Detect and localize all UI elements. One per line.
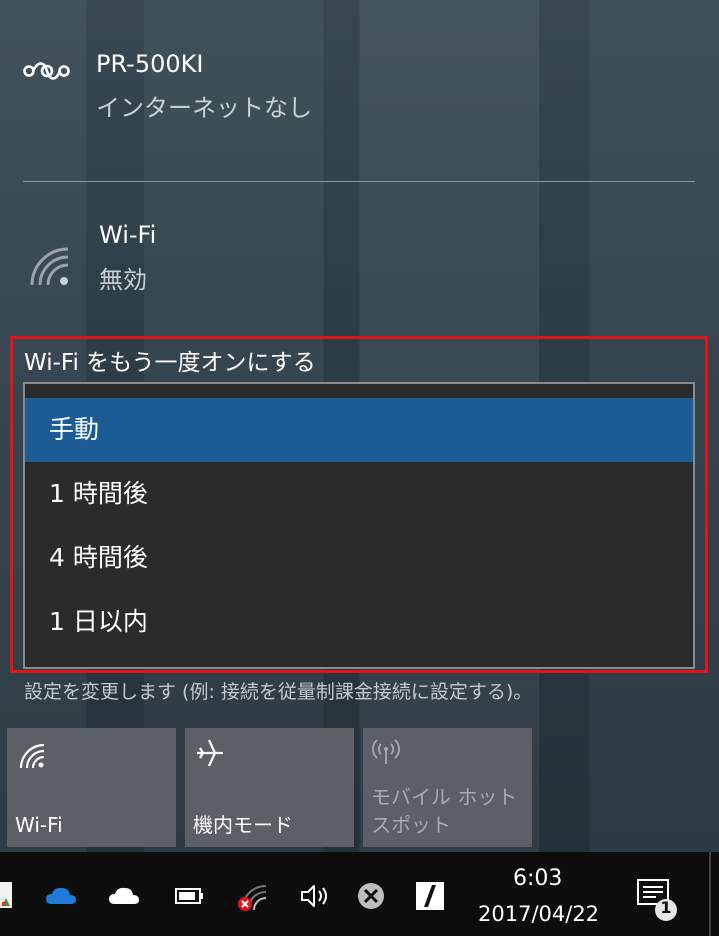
adobe-icon[interactable] — [415, 881, 445, 911]
wifi-disabled-icon — [30, 247, 69, 286]
clock-time[interactable]: 6:03 — [513, 866, 562, 891]
network-item-pr500ki[interactable]: PR-500KI インターネットなし — [0, 40, 719, 140]
onedrive-personal-icon[interactable] — [107, 884, 141, 908]
option-1-hour[interactable]: 1 時間後 — [25, 462, 693, 526]
tile-label: 機内モード — [193, 813, 293, 837]
hotspot-icon — [372, 739, 400, 764]
turn-on-label: Wi-Fi をもう一度オンにする — [24, 350, 316, 376]
settings-hint-link[interactable]: 設定を変更します (例: 接続を従量制課金接続に設定する)。 — [24, 677, 532, 704]
app-icon[interactable] — [0, 880, 14, 910]
wifi-tile[interactable]: Wi-Fi — [7, 728, 176, 847]
network-name: PR-500KI — [96, 50, 204, 78]
action-center-icon[interactable] — [636, 878, 680, 922]
wifi-icon — [19, 743, 45, 769]
divider — [23, 181, 695, 182]
network-status: 無効 — [99, 266, 147, 294]
mobile-hotspot-tile[interactable]: モバイル ホットスポット — [363, 728, 532, 847]
network-name: Wi-Fi — [99, 221, 157, 249]
onedrive-icon[interactable] — [44, 884, 78, 908]
network-status: インターネットなし — [96, 94, 312, 122]
network-error-icon[interactable] — [236, 880, 270, 914]
ethernet-chain-icon — [23, 62, 70, 80]
airplane-icon — [197, 739, 223, 767]
tile-label: Wi-Fi — [15, 813, 63, 837]
option-manual[interactable]: 手動 — [25, 398, 693, 462]
clock-date[interactable]: 2017/04/22 — [478, 902, 599, 926]
tile-label: モバイル ホットスポット — [371, 785, 518, 837]
network-item-wifi[interactable]: Wi-Fi 無効 — [0, 215, 719, 315]
close-circle-icon[interactable] — [356, 881, 386, 911]
battery-icon[interactable] — [174, 886, 206, 906]
option-4-hours[interactable]: 4 時間後 — [25, 526, 693, 590]
airplane-mode-tile[interactable]: 機内モード — [185, 728, 354, 847]
option-1-day[interactable]: 1 日以内 — [25, 590, 693, 654]
notification-count-badge: 1 — [660, 898, 672, 917]
turn-on-dropdown[interactable]: 手動 1 時間後 4 時間後 1 日以内 — [23, 382, 695, 669]
volume-icon[interactable] — [299, 883, 333, 909]
taskbar-edge — [709, 852, 711, 936]
